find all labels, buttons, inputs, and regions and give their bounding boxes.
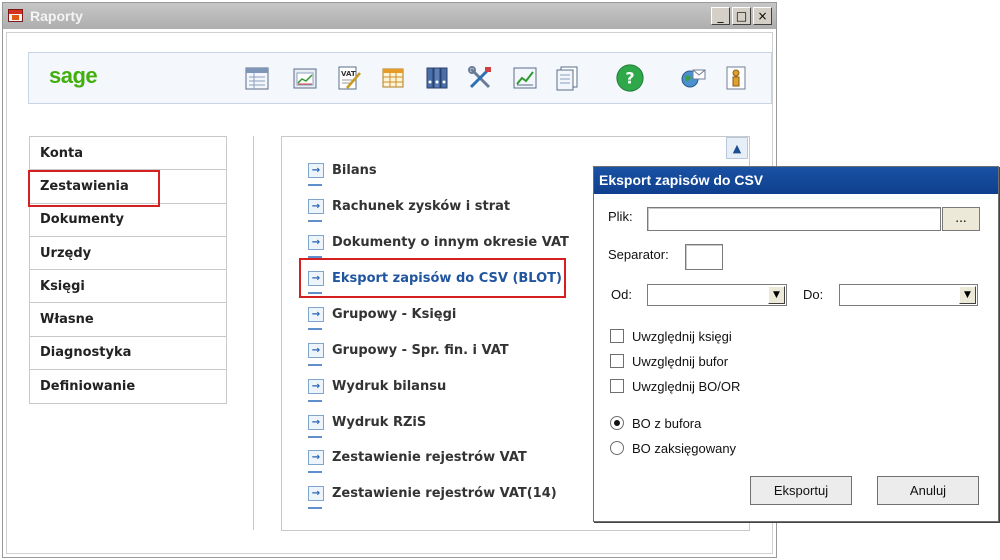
help-icon[interactable]: ? <box>615 63 645 93</box>
sage-logo: sage <box>49 63 98 88</box>
include-bo-or-checkbox[interactable] <box>610 379 624 393</box>
vat-document-icon[interactable]: VAT <box>334 63 364 93</box>
maximize-button[interactable]: □ <box>732 7 751 25</box>
underline-mark <box>308 184 322 186</box>
report-label: Zestawienie rejestrów VAT(14) <box>332 485 557 501</box>
chart-window-icon[interactable] <box>290 63 320 93</box>
report-label: Grupowy - Księgi <box>332 306 457 322</box>
window-controls: _ □ × <box>711 7 772 25</box>
to-dropdown[interactable]: ▼ <box>839 284 978 306</box>
cancel-button[interactable]: Anuluj <box>877 476 979 505</box>
report-item[interactable]: → Dokumenty o innym okresie VAT <box>308 228 569 258</box>
ledger-icon[interactable] <box>242 63 272 93</box>
include-buffer-label: Uwzględnij bufor <box>632 354 729 369</box>
arrow-right-icon: → <box>308 378 324 394</box>
nav-item-zestawienia[interactable]: Zestawienia <box>28 170 226 208</box>
tools-icon[interactable] <box>465 63 495 93</box>
pages-icon[interactable] <box>552 63 582 93</box>
report-item[interactable]: → Grupowy - Spr. fin. i VAT <box>308 336 509 366</box>
arrow-right-icon: → <box>308 342 324 358</box>
report-label: Dokumenty o innym okresie VAT <box>332 234 569 250</box>
highlight-frame <box>299 258 566 298</box>
report-item[interactable]: → Zestawienie rejestrów VAT(14) <box>308 479 557 509</box>
include-ledgers-label: Uwzględnij księgi <box>632 329 732 344</box>
chevron-down-icon[interactable]: ▼ <box>959 286 976 304</box>
nav-item-wlasne[interactable]: Własne <box>30 303 226 337</box>
underline-mark <box>308 220 322 222</box>
arrow-right-icon: → <box>308 485 324 501</box>
chevron-down-icon[interactable]: ▼ <box>768 286 785 304</box>
report-item[interactable]: → Rachunek zysków i strat <box>308 192 511 222</box>
arrow-right-icon: → <box>308 162 324 178</box>
export-button[interactable]: Eksportuj <box>750 476 852 505</box>
report-item[interactable]: → Wydruk RZiS <box>308 408 427 438</box>
toolbar: sage VAT ? <box>28 52 772 104</box>
report-label: Rachunek zysków i strat <box>332 198 511 214</box>
scroll-up-button[interactable]: ▲ <box>726 137 748 159</box>
to-label: Do: <box>803 287 824 302</box>
nav-item-urzedy[interactable]: Urzędy <box>30 237 226 271</box>
minimize-button[interactable]: _ <box>711 7 730 25</box>
from-label: Od: <box>611 287 632 302</box>
report-label: Grupowy - Spr. fin. i VAT <box>332 342 509 358</box>
panel-divider <box>253 136 254 530</box>
bo-from-buffer-radio[interactable] <box>610 416 624 430</box>
nav-item-ksiegi[interactable]: Księgi <box>30 270 226 304</box>
bo-posted-label: BO zaksięgowany <box>632 441 737 456</box>
bo-posted-radio[interactable] <box>610 441 624 455</box>
separator-input[interactable] <box>685 244 723 270</box>
include-buffer-checkbox[interactable] <box>610 354 624 368</box>
underline-mark <box>308 436 322 438</box>
report-label: Wydruk bilansu <box>332 378 447 394</box>
underline-mark <box>308 471 322 473</box>
table-icon[interactable] <box>378 63 408 93</box>
underline-mark <box>308 400 322 402</box>
svg-text:VAT: VAT <box>341 70 356 78</box>
window-titlebar[interactable]: Raporty _ □ × <box>3 3 776 29</box>
binders-icon[interactable] <box>422 63 452 93</box>
arrow-right-icon: → <box>308 449 324 465</box>
globe-mail-icon[interactable] <box>678 63 708 93</box>
window-title: Raporty <box>30 8 83 24</box>
from-dropdown[interactable]: ▼ <box>647 284 787 306</box>
include-ledgers-checkbox[interactable] <box>610 329 624 343</box>
export-csv-dialog: Eksport zapisów do CSV Plik: ... Separat… <box>593 166 999 522</box>
report-item[interactable]: → Wydruk bilansu <box>308 372 447 402</box>
report-label: Bilans <box>332 162 377 178</box>
separator-label: Separator: <box>608 247 669 262</box>
report-item[interactable]: → Grupowy - Księgi <box>308 300 457 330</box>
nav-item-dokumenty[interactable]: Dokumenty <box>30 204 226 237</box>
arrow-right-icon: → <box>308 306 324 322</box>
underline-mark <box>308 328 322 330</box>
file-label: Plik: <box>608 209 633 224</box>
help-glyph: ? <box>625 69 634 88</box>
close-button[interactable]: × <box>753 7 772 25</box>
include-bo-or-label: Uwzględnij BO/OR <box>632 379 741 394</box>
report-label: Zestawienie rejestrów VAT <box>332 449 527 465</box>
arrow-right-icon: → <box>308 414 324 430</box>
person-info-icon[interactable] <box>721 63 751 93</box>
category-nav: Konta Zestawienia Dokumenty Urzędy Księg… <box>28 136 227 405</box>
line-chart-icon[interactable] <box>510 63 540 93</box>
arrow-right-icon: → <box>308 198 324 214</box>
app-icon[interactable] <box>8 9 23 22</box>
file-input[interactable] <box>647 207 941 231</box>
underline-mark <box>308 364 322 366</box>
report-item[interactable]: → Zestawienie rejestrów VAT <box>308 443 527 473</box>
bo-from-buffer-label: BO z bufora <box>632 416 702 431</box>
nav-item-definiowanie[interactable]: Definiowanie <box>30 370 226 403</box>
underline-mark <box>308 507 322 509</box>
browse-button[interactable]: ... <box>942 207 980 231</box>
arrow-right-icon: → <box>308 234 324 250</box>
dialog-title[interactable]: Eksport zapisów do CSV <box>594 167 998 194</box>
nav-item-diagnostyka[interactable]: Diagnostyka <box>30 337 226 371</box>
report-item[interactable]: → Bilans <box>308 156 377 186</box>
report-label: Wydruk RZiS <box>332 414 427 430</box>
nav-item-konta[interactable]: Konta <box>30 137 226 171</box>
